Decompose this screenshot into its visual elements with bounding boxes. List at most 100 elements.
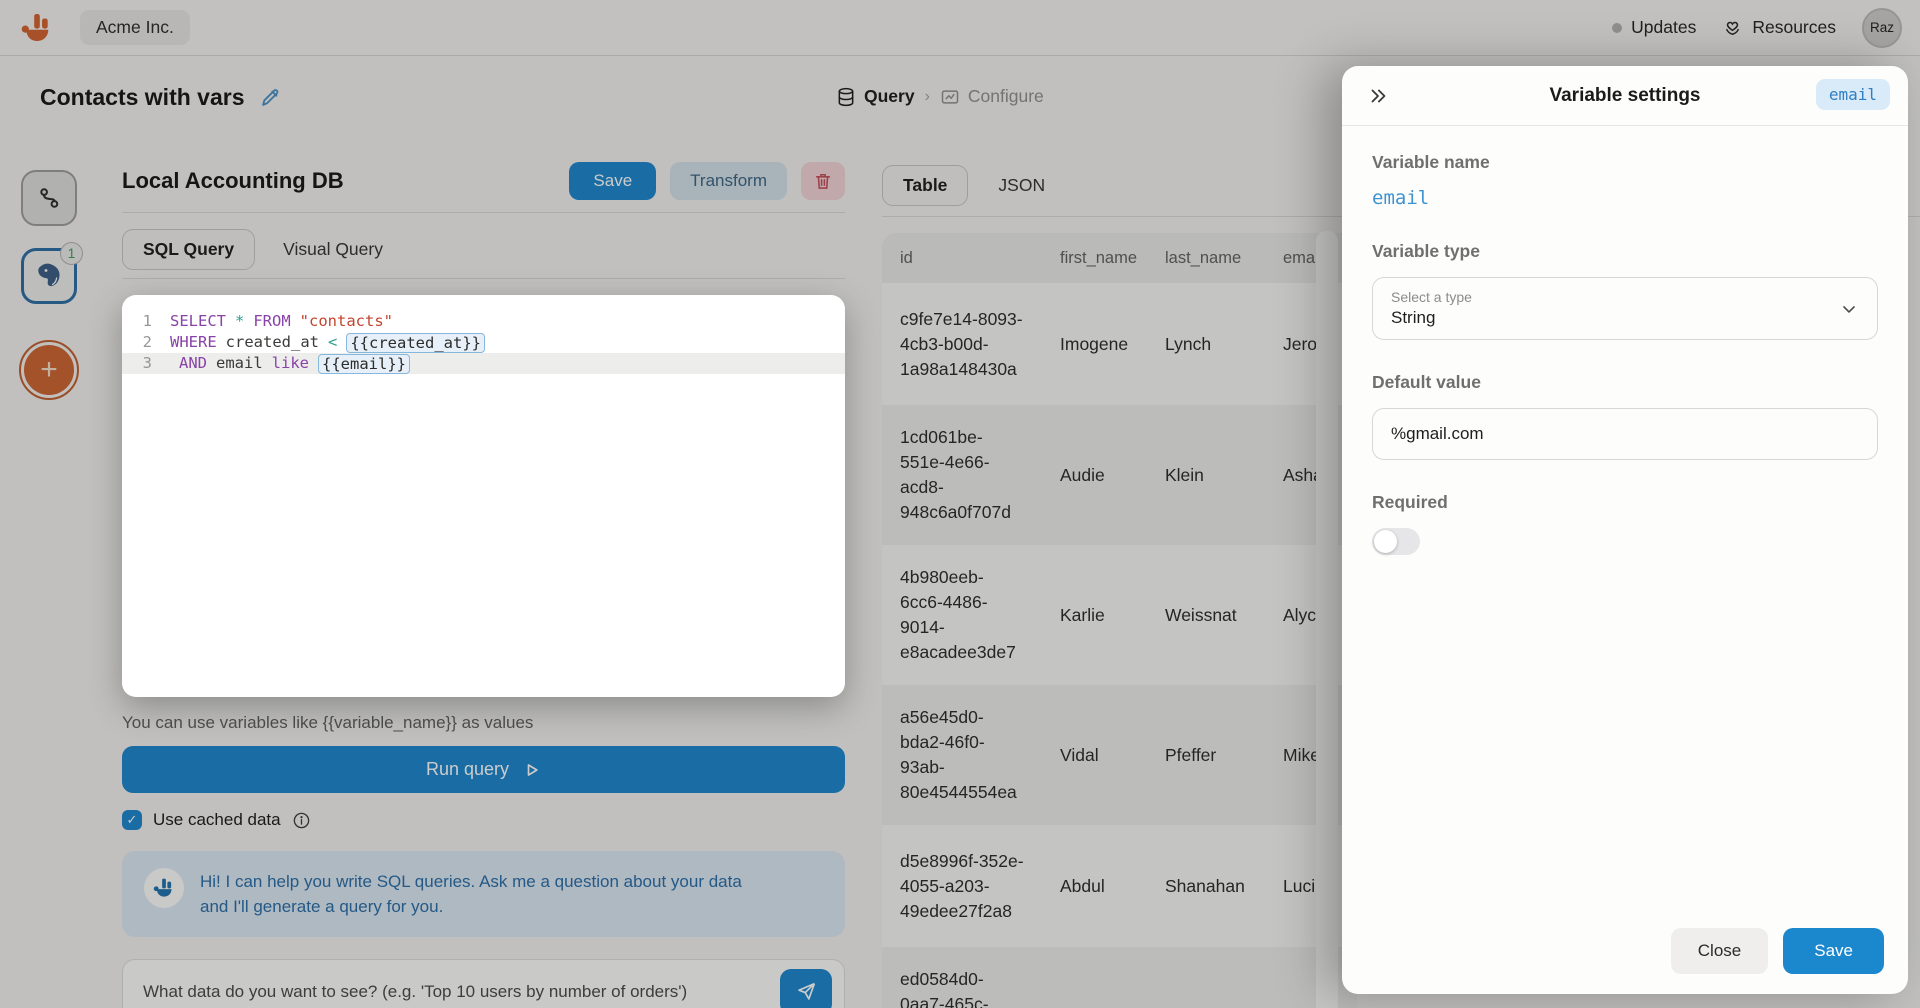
sql-keyword: like	[272, 353, 309, 374]
select-texts: Select a type String	[1391, 289, 1472, 328]
topbar: Acme Inc. Updates Resources Raz	[0, 0, 1920, 56]
cell-first-name: Karlie	[1060, 605, 1165, 626]
db-header: Local Accounting DB Save Transform	[122, 158, 845, 204]
resources-label: Resources	[1752, 17, 1836, 38]
column-header-id[interactable]: id	[900, 249, 1060, 268]
required-label: Required	[1372, 492, 1878, 513]
use-cached-checkbox[interactable]: ✓	[122, 810, 142, 830]
table-scrollbar[interactable]	[1316, 231, 1338, 1008]
select-placeholder: Select a type	[1391, 289, 1472, 305]
topbar-right: Updates Resources Raz	[1612, 8, 1902, 48]
info-icon[interactable]	[292, 811, 311, 830]
sql-keyword: SELECT	[170, 311, 226, 332]
use-cached-label: Use cached data	[153, 810, 281, 830]
workspace-switcher[interactable]: Acme Inc.	[80, 10, 190, 45]
sql-operator: <	[328, 332, 337, 353]
heart-hands-icon	[1722, 17, 1743, 38]
sql-code-editor[interactable]: 1 SELECT * FROM "contacts" 2 WHERE creat…	[122, 295, 845, 697]
cell-last-name: Klein	[1165, 465, 1283, 486]
chart-icon	[940, 87, 960, 107]
query-editor-column: Local Accounting DB Save Transform SQ	[122, 158, 845, 1008]
code-line-1: 1 SELECT * FROM "contacts"	[122, 311, 845, 332]
cached-data-row: ✓ Use cached data	[122, 810, 845, 830]
variable-name-label: Variable name	[1372, 152, 1878, 173]
variable-settings-panel: Variable settings email Variable name em…	[1342, 66, 1908, 994]
divider	[122, 212, 845, 213]
column-header-last-name[interactable]: last_name	[1165, 249, 1283, 268]
table-row[interactable]: c9fe7e14-8093-4cb3-b00d-1a98a148430a Imo…	[882, 283, 1357, 405]
breadcrumb-configure[interactable]: Configure	[940, 86, 1044, 107]
column-header-first-name[interactable]: first_name	[1060, 249, 1165, 268]
table-row[interactable]: a56e45d0-bda2-46f0-93ab-80e4544554ea Vid…	[882, 685, 1357, 825]
run-query-button[interactable]: Run query	[122, 746, 845, 793]
variable-chip-created-at[interactable]: {{created_at}}	[346, 333, 485, 353]
ai-prompt-input[interactable]	[143, 982, 780, 1002]
cell-last-name: Lynch	[1165, 334, 1283, 355]
tab-sql-query[interactable]: SQL Query	[122, 229, 255, 270]
tab-json[interactable]: JSON	[984, 166, 1059, 205]
default-value-label: Default value	[1372, 372, 1878, 393]
cell-id: 4b980eeb-6cc6-4486-9014-e8acadee3de7	[900, 565, 1060, 665]
breadcrumb: Query › Configure	[836, 86, 1044, 107]
sql-string: "contacts"	[300, 311, 393, 332]
postgres-datasource-button[interactable]: 1	[21, 248, 77, 304]
variable-badge: email	[1816, 79, 1890, 110]
logo-icon[interactable]	[18, 9, 56, 47]
default-value-input[interactable]	[1372, 408, 1878, 460]
resources-menu[interactable]: Resources	[1722, 17, 1836, 38]
cell-first-name: Imogene	[1060, 334, 1165, 355]
table-row[interactable]: d5e8996f-352e-4055-a203-49edee27f2a8 Abd…	[882, 825, 1357, 947]
collapse-panel-button[interactable]	[1362, 80, 1394, 112]
breadcrumb-configure-label: Configure	[968, 86, 1044, 107]
transform-button[interactable]: Transform	[670, 162, 787, 200]
divider	[122, 278, 845, 279]
cell-id: c9fe7e14-8093-4cb3-b00d-1a98a148430a	[900, 307, 1060, 382]
cell-id: ed0584d0-0aa7-465c-9619-ff7283be1d4c	[900, 967, 1060, 1008]
breadcrumb-separator: ›	[925, 88, 930, 106]
db-actions: Save Transform	[569, 162, 845, 200]
variable-type-label: Variable type	[1372, 241, 1878, 262]
branch-icon	[36, 185, 62, 211]
table-row[interactable]: 1cd061be-551e-4e66-acd8-948c6a0f707d Aud…	[882, 405, 1357, 545]
assistant-icon	[144, 868, 184, 908]
table-row[interactable]: ed0584d0-0aa7-465c-9619-ff7283be1d4c Bet…	[882, 947, 1357, 1008]
required-toggle[interactable]	[1372, 528, 1420, 555]
workspace-name: Acme Inc.	[96, 17, 174, 37]
avatar[interactable]: Raz	[1862, 8, 1902, 48]
sql-keyword: WHERE	[170, 332, 217, 353]
ai-prompt-box	[122, 959, 845, 1008]
save-query-button[interactable]: Save	[569, 162, 656, 200]
results-table: id first_name last_name email c9fe7e14-8…	[882, 233, 1357, 1008]
cell-last-name: Pfeffer	[1165, 745, 1283, 766]
tab-table[interactable]: Table	[882, 165, 968, 206]
ai-assistant-message: Hi! I can help you write SQL queries. As…	[122, 851, 845, 937]
panel-footer: Close Save	[1671, 928, 1884, 974]
editor-tabs: SQL Query Visual Query	[122, 229, 845, 270]
flow-datasource-button[interactable]	[21, 170, 77, 226]
variable-type-select[interactable]: Select a type String	[1372, 277, 1878, 340]
updates-menu[interactable]: Updates	[1612, 17, 1696, 38]
edit-title-icon[interactable]	[259, 87, 281, 109]
breadcrumb-query-label: Query	[864, 86, 915, 107]
cell-last-name: Shanahan	[1165, 876, 1283, 897]
send-button[interactable]	[780, 969, 832, 1008]
table-row[interactable]: 4b980eeb-6cc6-4486-9014-e8acadee3de7 Kar…	[882, 545, 1357, 685]
panel-title: Variable settings	[1549, 85, 1700, 107]
close-panel-button[interactable]: Close	[1671, 928, 1768, 974]
code-line-3: 3 AND email like {{email}}	[122, 353, 845, 374]
sql-keyword: AND	[179, 353, 207, 374]
variable-chip-email[interactable]: {{email}}	[318, 354, 410, 374]
save-variable-button[interactable]: Save	[1783, 928, 1884, 974]
breadcrumb-query[interactable]: Query	[836, 86, 915, 107]
chevron-down-icon	[1839, 299, 1859, 319]
line-number: 1	[122, 311, 170, 332]
sql-identifier: created_at	[226, 332, 319, 353]
toggle-knob	[1374, 530, 1397, 553]
add-datasource-button[interactable]: +	[19, 340, 79, 400]
tab-visual-query[interactable]: Visual Query	[269, 230, 397, 269]
panel-header: Variable settings email	[1342, 66, 1908, 126]
postgres-icon	[33, 260, 65, 292]
app-root: Acme Inc. Updates Resources Raz	[0, 0, 1920, 1008]
query-count-badge: 1	[60, 242, 83, 265]
delete-query-button[interactable]	[801, 162, 845, 200]
